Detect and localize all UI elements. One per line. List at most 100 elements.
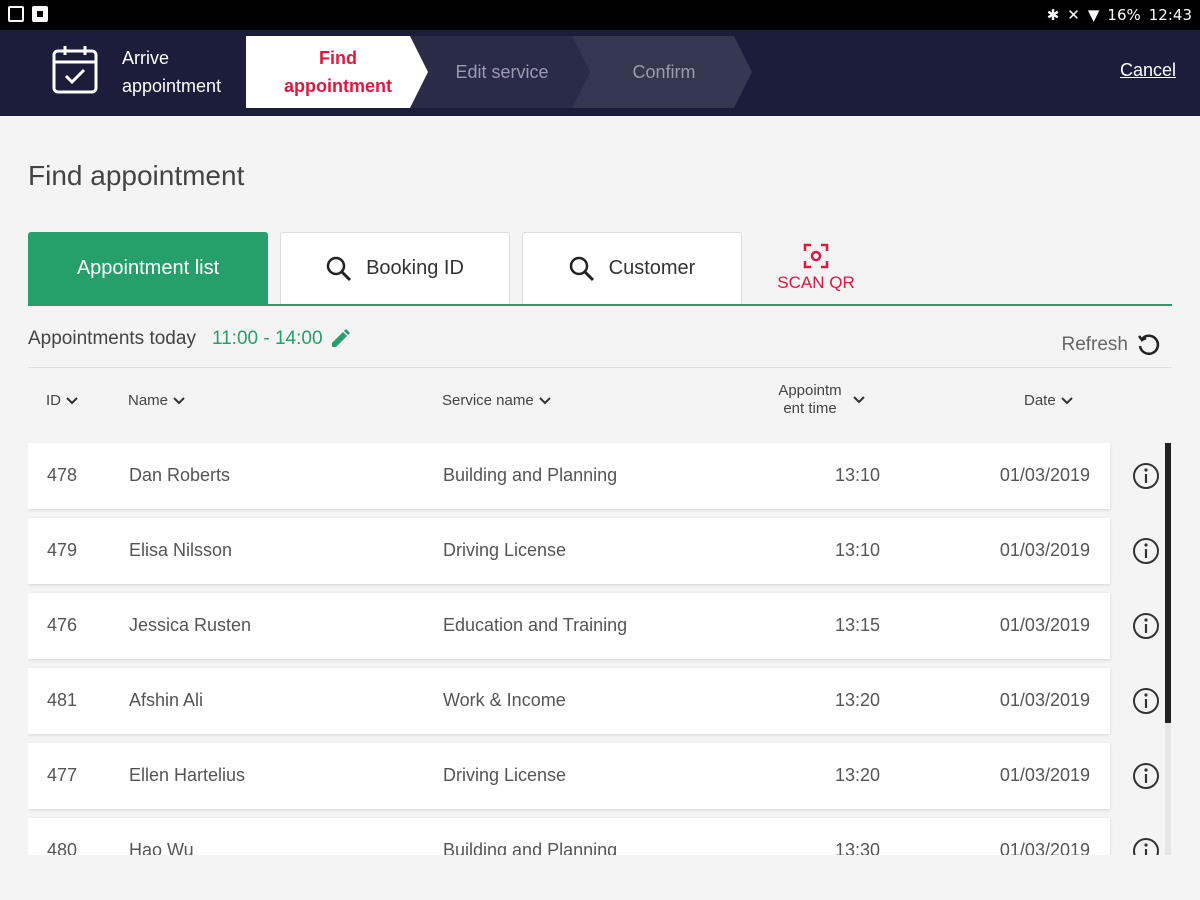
time-range-editor[interactable]: 11:00 - 14:00 [212,328,351,350]
info-icon[interactable] [1132,837,1160,855]
search-tabs: Appointment list Booking ID Customer SCA… [28,232,1172,306]
tab-appointment-list[interactable]: Appointment list [28,232,268,304]
bluetooth-icon: ✱ [1046,6,1060,24]
time-range-value: 11:00 - 14:00 [211,328,323,349]
wifi-icon: ▼ [1087,6,1100,24]
step-confirm: Confirm [572,36,756,108]
list-scrollbar[interactable] [1165,443,1171,855]
column-header-service: Service name [442,392,534,409]
column-header-time: Appointm ent time [778,382,842,417]
sort-by-service[interactable]: Service name [442,392,552,409]
table-row[interactable]: 480 Hao Wu Building and Planning 13:30 0… [28,818,1110,855]
cell-name: Ellen Hartelius [129,765,246,785]
sort-by-id[interactable]: ID [46,392,79,409]
gallery-notification-icon [8,6,24,22]
battery-level: 16% [1107,6,1141,24]
step-edit-service: Edit service [410,36,594,108]
cell-time: 13:30 [834,840,880,855]
table-row[interactable]: 481 Afshin Ali Work & Income 13:20 01/03… [28,668,1110,734]
scan-qr-label: SCAN QR [777,273,855,292]
cell-date: 01/03/2019 [999,465,1090,485]
page-title: Find appointment [28,160,245,191]
app-header: Arrive appointment Confirm Edit service … [0,30,1200,116]
cell-date: 01/03/2019 [999,690,1090,710]
table-header: ID Name Service name Appointm ent time D… [28,378,1172,428]
table-row[interactable]: 477 Ellen Hartelius Driving License 13:2… [28,743,1110,809]
cell-date: 01/03/2019 [999,615,1090,635]
info-icon[interactable] [1132,612,1160,640]
cell-date: 01/03/2019 [999,540,1090,560]
cell-time: 13:10 [834,540,880,560]
cell-time: 13:10 [834,465,880,485]
clock: 12:43 [1148,6,1192,24]
cell-date: 01/03/2019 [999,765,1090,785]
step-label: Find appointment [284,48,392,96]
chevron-down-icon [853,396,865,404]
info-icon[interactable] [1132,462,1160,490]
chevron-down-icon [66,396,78,404]
refresh-button[interactable]: Refresh [1061,332,1162,358]
cancel-link[interactable]: Cancel [1120,60,1176,81]
sort-by-time[interactable]: Appointm ent time [772,382,866,418]
table-row[interactable]: 479 Elisa Nilsson Driving License 13:10 … [28,518,1110,584]
scan-qr-button[interactable]: SCAN QR [764,232,868,304]
flipboard-notification-icon [32,6,48,22]
table-row[interactable]: 476 Jessica Rusten Education and Trainin… [28,593,1110,659]
cell-time: 13:20 [834,765,880,785]
cell-name: Hao Wu [129,840,194,855]
cell-date: 01/03/2019 [999,840,1090,855]
chevron-down-icon [173,396,185,404]
chevron-down-icon [1060,396,1073,404]
section-divider [28,367,1172,368]
appointments-today-label: Appointments today [28,328,196,349]
tab-label: Customer [608,257,696,279]
scrollbar-thumb[interactable] [1165,443,1171,723]
cell-id: 480 [47,840,78,855]
progress-steps: Confirm Edit service Find appointment [246,36,766,110]
status-bar-left-icons [8,6,48,22]
cell-service: Driving License [443,765,567,785]
search-icon [569,256,594,281]
column-header-id: ID [46,392,61,409]
step-label: Edit service [455,62,549,82]
info-icon[interactable] [1132,687,1160,715]
sort-by-name[interactable]: Name [128,392,186,409]
tab-booking-id[interactable]: Booking ID [280,232,510,304]
cell-id: 481 [47,690,78,710]
cell-name: Jessica Rusten [129,615,252,635]
mute-icon: ✕ [1067,6,1080,24]
step-find-appointment: Find appointment [246,36,430,108]
cell-name: Dan Roberts [129,465,231,485]
cell-id: 478 [47,465,78,485]
cell-id: 476 [47,615,78,635]
info-icon[interactable] [1132,762,1160,790]
cell-name: Elisa Nilsson [129,540,233,560]
cell-id: 479 [47,540,78,560]
refresh-label: Refresh [1061,334,1128,355]
tab-customer[interactable]: Customer [522,232,742,304]
chevron-down-icon [539,396,551,404]
step-label: Confirm [632,62,696,82]
table-row[interactable]: 478 Dan Roberts Building and Planning 13… [28,443,1110,509]
tab-label: Booking ID [366,257,464,279]
cell-service: Driving License [443,540,567,560]
info-icon[interactable] [1132,537,1160,565]
cell-service: Work & Income [443,690,566,710]
calendar-check-icon [52,46,98,94]
cell-service: Building and Planning [443,840,618,855]
refresh-icon [1138,334,1160,355]
cell-name: Afshin Ali [129,690,204,710]
status-bar-right: ✱ ✕ ▼ 16% 12:43 [1047,6,1192,24]
cell-service: Education and Training [443,615,628,635]
cell-time: 13:15 [834,615,880,635]
pencil-edit-icon [331,329,350,347]
column-header-name: Name [128,392,169,409]
cell-service: Building and Planning [443,465,618,485]
appointment-list: 478 Dan Roberts Building and Planning 13… [28,443,1172,855]
sort-by-date[interactable]: Date [1024,392,1074,409]
tab-label: Appointment list [76,256,220,279]
status-bar: ✱ ✕ ▼ 16% 12:43 [0,0,1200,30]
flow-title: Arrive appointment [122,48,222,96]
appointments-today-bar: Appointments today 11:00 - 14:00 [28,328,351,350]
search-icon [326,256,352,281]
